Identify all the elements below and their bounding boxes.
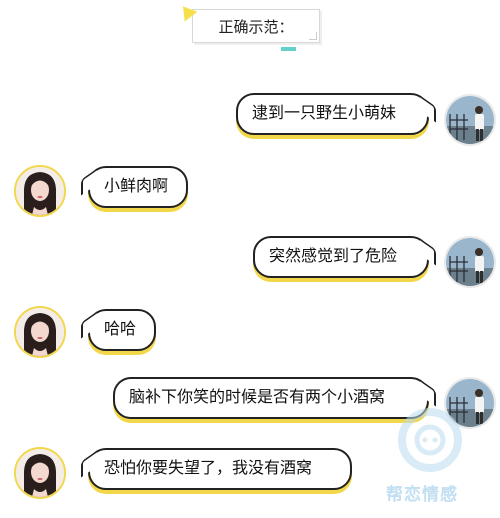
- message-bubble: 恐怕你要失望了，我没有酒窝: [88, 448, 352, 490]
- watermark: 帮恋情感: [378, 400, 498, 518]
- male-avatar: [444, 236, 496, 288]
- male-avatar: [444, 94, 496, 146]
- page-title: 正确示范：: [218, 18, 294, 36]
- decor-corner: [309, 32, 317, 40]
- message-bubble: 逮到一只野生小萌妹: [236, 93, 429, 135]
- female-avatar: [14, 165, 66, 217]
- message-bubble: 哈哈: [88, 309, 156, 351]
- decor-dash: [281, 47, 296, 51]
- message-bubble: 小鲜肉啊: [88, 166, 188, 208]
- watermark-text: 帮恋情感: [386, 485, 458, 505]
- message-bubble: 突然感觉到了危险: [253, 236, 429, 278]
- watermark-logo-icon: [398, 408, 462, 472]
- title-box: 正确示范：: [176, 1, 320, 51]
- female-avatar: [14, 447, 66, 499]
- female-avatar: [14, 306, 66, 358]
